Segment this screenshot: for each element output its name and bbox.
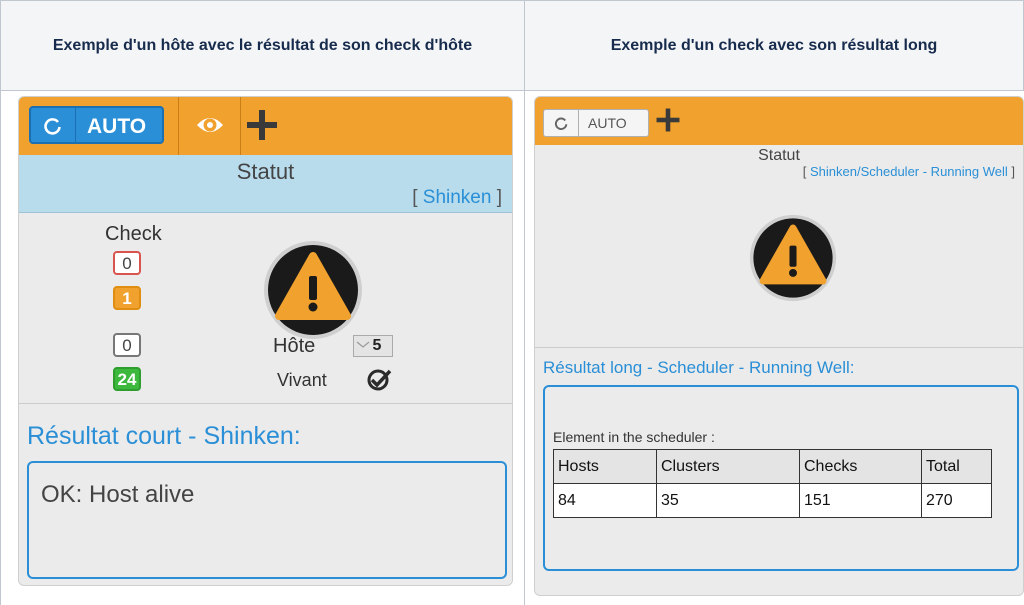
host-count: 5	[372, 337, 382, 354]
status-title: Statut	[236, 159, 295, 184]
element-label: Element in the scheduler :	[553, 429, 715, 445]
toolbar: AUTO	[19, 97, 512, 155]
status-link[interactable]: [ Shinken ]	[412, 187, 502, 209]
check-count-warning: 1	[113, 286, 141, 310]
table-header: Total	[921, 449, 992, 484]
table-cell: 151	[799, 483, 922, 518]
toolbar-separator	[178, 97, 179, 155]
short-result-box: OK: Host alive	[27, 461, 507, 579]
auto-label: AUTO	[87, 115, 147, 138]
auto-button-divider	[578, 110, 579, 136]
alive-label: Vivant	[277, 370, 327, 390]
auto-refresh-button[interactable]: AUTO	[29, 106, 164, 144]
status-link-close: ]	[491, 187, 502, 208]
host-notification-badge[interactable]: 5	[353, 335, 393, 357]
table-row: 84 35 151 270	[553, 483, 992, 518]
table-border-middle	[524, 90, 525, 605]
check-count-unknown: 0	[113, 333, 141, 357]
header-cell-right: Exemple d'un check avec son résultat lon…	[524, 0, 1024, 91]
long-result-title: Résultat long - Scheduler - Running Well…	[543, 358, 855, 377]
status-link-text[interactable]: Shinken/Scheduler - Running Well	[810, 164, 1008, 179]
table-header-row: Hosts Clusters Checks Total	[553, 449, 992, 484]
host-label: Hôte	[273, 335, 316, 357]
status-band: Statut [ Shinken ]	[19, 155, 512, 213]
table-header: Hosts	[553, 449, 657, 484]
section-divider	[19, 403, 512, 404]
header-right-text: Exemple d'un check avec son résultat lon…	[610, 36, 938, 54]
section-divider	[535, 347, 1023, 348]
status-link-open: [	[412, 187, 423, 208]
eye-icon[interactable]	[195, 113, 225, 137]
host-panel: AUTO Statut [ Shinken ] Check 0 1 0 24 H…	[18, 96, 513, 586]
status-link-text[interactable]: Shinken	[423, 187, 492, 208]
table-cell: 270	[921, 483, 992, 518]
header-cell-left: Exemple d'un hôte avec le résultat de so…	[0, 0, 525, 91]
check-count-critical: 0	[113, 251, 141, 275]
auto-label: AUTO	[588, 115, 627, 131]
table-border-left	[0, 90, 1, 605]
status-underline	[19, 212, 512, 213]
check-count-ok: 24	[113, 367, 141, 391]
table-header: Clusters	[656, 449, 800, 484]
table-header: Checks	[799, 449, 922, 484]
auto-refresh-button[interactable]: AUTO	[543, 109, 649, 137]
header-left-text: Exemple d'un hôte avec le résultat de so…	[52, 36, 473, 54]
long-result-box: Element in the scheduler : Hosts Cluster…	[543, 385, 1019, 571]
check-panel: AUTO Statut [ Shinken/Scheduler - Runnin…	[534, 96, 1024, 596]
status-title: Statut	[758, 147, 800, 164]
warning-icon	[749, 214, 837, 302]
check-circle-icon	[367, 369, 392, 391]
scheduler-table: Hosts Clusters Checks Total 84 35 151 27…	[553, 449, 992, 518]
refresh-icon	[44, 118, 61, 135]
status-link-close: ]	[1007, 164, 1015, 179]
toolbar-separator	[240, 97, 241, 155]
status-link[interactable]: [ Shinken/Scheduler - Running Well ]	[803, 164, 1015, 179]
auto-button-divider	[75, 108, 76, 142]
short-result-title: Résultat court - Shinken:	[27, 422, 301, 450]
add-icon[interactable]	[655, 107, 681, 133]
envelope-icon	[356, 341, 370, 348]
warning-icon	[264, 241, 362, 339]
check-label: Check	[105, 223, 162, 245]
short-result-text: OK: Host alive	[41, 481, 195, 508]
table-cell: 84	[553, 483, 657, 518]
status-link-open: [	[802, 164, 810, 179]
toolbar: AUTO	[535, 97, 1023, 145]
refresh-icon	[554, 117, 568, 130]
table-cell: 35	[656, 483, 800, 518]
add-icon[interactable]	[245, 108, 279, 142]
